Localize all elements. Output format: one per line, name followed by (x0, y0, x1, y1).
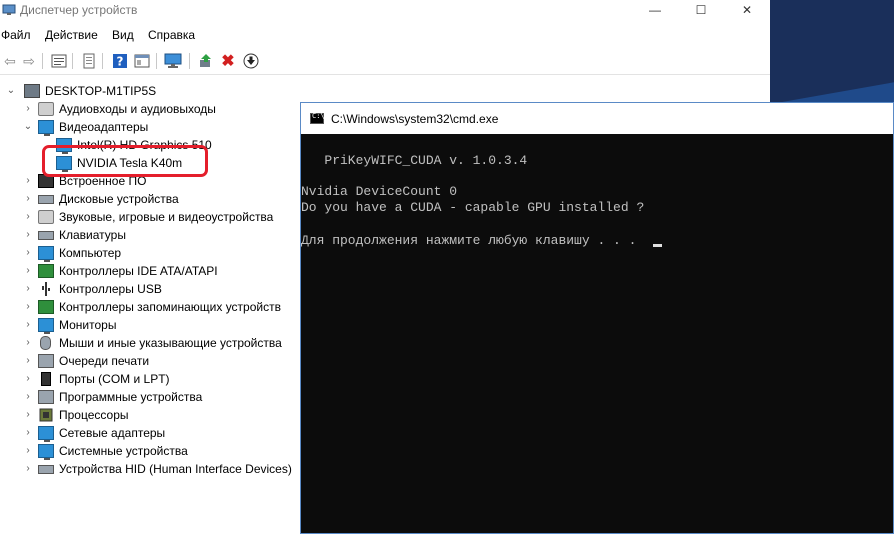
chevron-right-icon[interactable]: › (22, 316, 34, 334)
red-highlight-annotation (42, 145, 208, 177)
mouse-icon (40, 336, 51, 350)
view-icon[interactable] (133, 52, 151, 70)
tree-item-keyboards[interactable]: › Клавиатуры (22, 226, 282, 244)
device-manager-titlebar: Диспетчер устройств — ☐ ✕ (0, 0, 770, 22)
tree-item-audio-io[interactable]: › Аудиовходы и аудиовыходы (22, 100, 282, 118)
menu-view[interactable]: Вид (112, 28, 134, 42)
svg-text:?: ? (117, 55, 124, 69)
console-line: Do you have a CUDA - capable GPU install… (301, 200, 645, 215)
tree-item-processors[interactable]: › Процессоры (22, 406, 282, 424)
chevron-right-icon[interactable]: › (22, 442, 34, 460)
tree-item-display-adapters[interactable]: ⌄ Видеоадаптеры (22, 118, 282, 136)
update-driver-icon[interactable] (197, 52, 215, 70)
chevron-right-icon[interactable]: › (22, 172, 34, 190)
close-button[interactable]: ✕ (724, 0, 770, 20)
software-device-icon (38, 390, 54, 404)
back-arrow-icon[interactable]: ⇦ (1, 52, 19, 70)
console-line: Для продолжения нажмите любую клавишу . … (301, 233, 637, 248)
chevron-right-icon[interactable]: › (22, 334, 34, 352)
tree-item-print-queues[interactable]: › Очереди печати (22, 352, 282, 370)
tree-item-hid[interactable]: › Устройства HID (Human Interface Device… (22, 460, 302, 478)
cmd-titlebar: C:\Windows\system32\cmd.exe (301, 103, 893, 134)
tree-item-software-devices[interactable]: › Программные устройства (22, 388, 282, 406)
cmd-console[interactable]: PriKeyWIFC_CUDA v. 1.0.3.4 Nvidia Device… (301, 134, 893, 533)
properties-list-icon[interactable] (50, 52, 68, 70)
tree-root-label: DESKTOP-M1TIP5S (45, 84, 157, 98)
tree-item-sound-devices[interactable]: › Звуковые, игровые и видеоустройства (22, 208, 302, 226)
text-cursor (653, 244, 662, 247)
audio-icon (38, 102, 54, 116)
ide-controller-icon (38, 264, 54, 278)
cmd-window: C:\Windows\system32\cmd.exe PriKeyWIFC_C… (300, 102, 894, 534)
minimize-button[interactable]: — (632, 0, 678, 20)
hid-keyboard-icon (38, 465, 54, 474)
menu-bar: Файл Действие Вид Справка (0, 26, 770, 46)
menu-help[interactable]: Справка (148, 28, 195, 42)
forward-arrow-icon[interactable]: ⇨ (20, 52, 38, 70)
chevron-right-icon[interactable]: › (22, 244, 34, 262)
network-adapter-icon (38, 426, 54, 442)
chevron-right-icon[interactable]: › (22, 190, 34, 208)
chevron-right-icon[interactable]: › (22, 388, 34, 406)
processor-icon (38, 408, 54, 422)
uninstall-x-icon[interactable]: ✖ (219, 52, 237, 70)
chevron-down-icon[interactable]: ⌄ (5, 82, 17, 100)
tree-item-network-adapters[interactable]: › Сетевые адаптеры (22, 424, 282, 442)
tree-item-usb-controllers[interactable]: › Контроллеры USB (22, 280, 282, 298)
port-icon (41, 372, 51, 386)
cmd-app-icon (310, 112, 325, 124)
speaker-icon (38, 210, 54, 224)
chevron-right-icon[interactable]: › (22, 352, 34, 370)
system-device-icon (38, 444, 54, 460)
usb-icon (41, 282, 51, 296)
tree-item-system-devices[interactable]: › Системные устройства (22, 442, 282, 460)
storage-controller-icon (38, 300, 54, 314)
download-circle-icon[interactable] (242, 52, 260, 70)
tree-item-monitors[interactable]: › Мониторы (22, 316, 282, 334)
window-title: Диспетчер устройств (20, 3, 138, 17)
console-line: Nvidia DeviceCount 0 (301, 184, 458, 199)
menu-action[interactable]: Действие (45, 28, 98, 42)
chevron-right-icon[interactable]: › (22, 460, 34, 478)
keyboard-icon (38, 231, 54, 240)
chevron-right-icon[interactable]: › (22, 100, 34, 118)
chevron-right-icon[interactable]: › (22, 226, 34, 244)
disk-drive-icon (38, 195, 54, 204)
tree-root[interactable]: ⌄ DESKTOP-M1TIP5S (5, 82, 205, 100)
chevron-right-icon[interactable]: › (22, 280, 34, 298)
chevron-right-icon[interactable]: › (22, 406, 34, 424)
chevron-right-icon[interactable]: › (22, 208, 34, 226)
chevron-right-icon[interactable]: › (22, 370, 34, 388)
maximize-button[interactable]: ☐ (678, 0, 724, 20)
help-icon[interactable]: ? (111, 52, 129, 70)
device-manager-app-icon (2, 3, 16, 17)
tree-item-ports[interactable]: › Порты (COM и LPT) (22, 370, 282, 388)
document-icon[interactable] (80, 52, 98, 70)
chevron-down-icon[interactable]: ⌄ (22, 118, 34, 136)
cmd-title: C:\Windows\system32\cmd.exe (331, 112, 499, 126)
chevron-right-icon[interactable]: › (22, 298, 34, 316)
chevron-right-icon[interactable]: › (22, 262, 34, 280)
console-line: PriKeyWIFC_CUDA v. 1.0.3.4 (301, 153, 528, 168)
tree-item-mice[interactable]: › Мыши и иные указывающие устройства (22, 334, 302, 352)
tree-item-ide-controllers[interactable]: › Контроллеры IDE ATA/ATAPI (22, 262, 282, 280)
tree-item-storage-controllers[interactable]: › Контроллеры запоминающих устройств (22, 298, 302, 316)
computer-icon (38, 246, 54, 262)
tree-item-computer[interactable]: › Компьютер (22, 244, 282, 262)
chevron-right-icon[interactable]: › (22, 424, 34, 442)
monitor-icon (38, 318, 54, 334)
monitor-scan-icon[interactable] (164, 52, 182, 70)
printer-icon (38, 354, 54, 368)
toolbar: ⇦ ⇨ ? ✖ (0, 48, 770, 75)
computer-icon (24, 84, 40, 98)
tree-item-disk-drives[interactable]: › Дисковые устройства (22, 190, 282, 208)
display-adapter-icon (38, 120, 54, 136)
menu-file[interactable]: Файл (1, 28, 31, 42)
